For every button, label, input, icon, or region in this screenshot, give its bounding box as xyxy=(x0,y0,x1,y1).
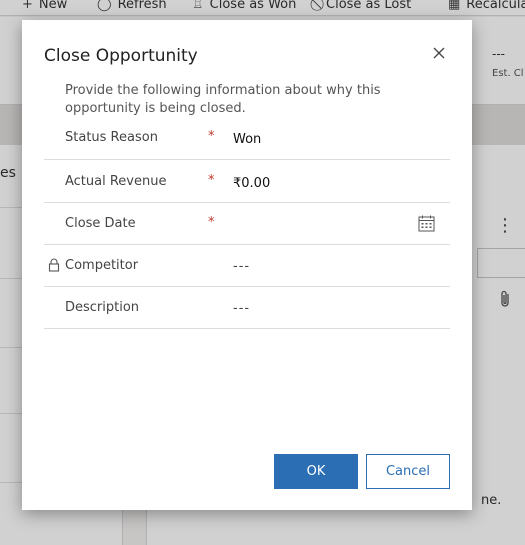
close-date-row: Close Date * xyxy=(44,203,450,245)
status-reason-label: Status Reason xyxy=(65,130,158,145)
close-date-label: Close Date xyxy=(65,216,136,231)
actual-revenue-input[interactable]: ₹0.00 xyxy=(233,176,270,191)
status-reason-row: Status Reason * Won xyxy=(44,118,450,160)
competitor-value: --- xyxy=(233,259,251,274)
dialog-description: Provide the following information about … xyxy=(65,83,381,116)
competitor-label: Competitor xyxy=(65,258,139,273)
ok-button[interactable]: OK xyxy=(274,454,358,489)
actual-revenue-label: Actual Revenue xyxy=(65,174,167,189)
required-marker: * xyxy=(208,129,215,144)
competitor-row: Competitor --- xyxy=(44,245,450,287)
dialog-title: Close Opportunity xyxy=(44,46,198,66)
close-icon xyxy=(433,47,445,59)
actual-revenue-row: Actual Revenue * ₹0.00 xyxy=(44,160,450,203)
close-opportunity-dialog: Close Opportunity Provide the following … xyxy=(22,20,472,510)
description-label: Description xyxy=(65,300,140,315)
status-reason-value[interactable]: Won xyxy=(233,132,261,147)
description-input[interactable]: --- xyxy=(233,301,250,316)
description-row: Description --- xyxy=(44,287,450,329)
required-marker: * xyxy=(208,173,215,188)
required-marker: * xyxy=(208,215,215,230)
lock-icon xyxy=(48,257,60,276)
cancel-button[interactable]: Cancel xyxy=(366,454,450,489)
close-button[interactable] xyxy=(428,42,450,64)
calendar-icon[interactable] xyxy=(418,215,435,236)
